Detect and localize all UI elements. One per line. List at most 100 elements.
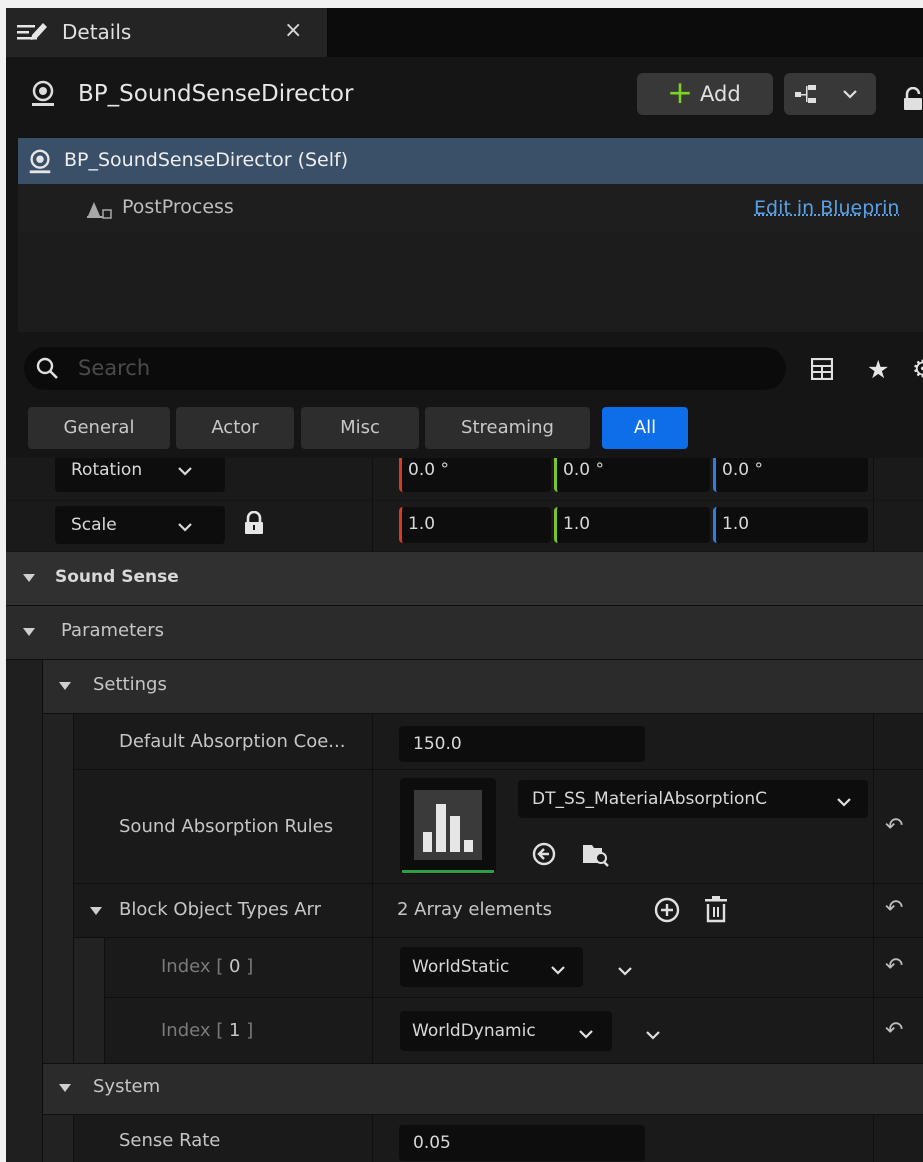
- array-item-0: Index [ 0 ] WorldStatic ↶: [105, 938, 923, 997]
- scale-z-field[interactable]: 1.0: [713, 507, 868, 543]
- prop-block-object-types[interactable]: Block Object Types Arr 2 Array elements …: [74, 884, 923, 937]
- indent-gutter: [43, 714, 73, 1067]
- prop-label: Sound Absorption Rules: [119, 816, 334, 837]
- tree-self-label: BP_SoundSenseDirector (Self): [64, 149, 349, 171]
- prop-label: Default Absorption Coe...: [119, 731, 346, 752]
- scale-x-value: 1.0: [408, 514, 436, 534]
- tree-component-label: PostProcess: [122, 196, 234, 218]
- rotation-y-field[interactable]: 0.0 °: [554, 458, 710, 492]
- filter-tab-all[interactable]: All: [602, 407, 688, 449]
- group-parameters[interactable]: Parameters: [6, 606, 923, 659]
- component-tree: BP_SoundSenseDirector (Self) PostProcess…: [18, 138, 923, 332]
- chevron-down-icon: [177, 518, 193, 538]
- indent-gutter: [6, 660, 42, 1162]
- chevron-down-icon: [836, 793, 852, 813]
- favorites-star-icon[interactable]: ★: [867, 355, 889, 384]
- plus-icon: +: [667, 75, 693, 111]
- group-settings[interactable]: Settings: [43, 660, 923, 713]
- settings-gear-icon[interactable]: ⚙: [912, 355, 923, 383]
- tree-item-self[interactable]: BP_SoundSenseDirector (Self): [18, 138, 923, 184]
- filter-tab-actor[interactable]: Actor: [176, 407, 294, 449]
- rotation-row: Rotation 0.0 ° 0.0 ° 0.0 °: [6, 458, 923, 500]
- trash-icon[interactable]: [704, 895, 728, 927]
- tab-details[interactable]: Details ×: [6, 8, 327, 57]
- array-summary: 2 Array elements: [397, 899, 552, 920]
- lock-icon[interactable]: [902, 86, 923, 115]
- search-placeholder: Search: [78, 356, 151, 380]
- rotation-x-field[interactable]: 0.0 °: [399, 458, 551, 492]
- object-type-dropdown[interactable]: WorldStatic: [400, 947, 583, 987]
- actor-name: BP_SoundSenseDirector: [78, 81, 354, 107]
- rotation-z-field[interactable]: 0.0 °: [713, 458, 868, 492]
- tree-item-postprocess[interactable]: PostProcess Edit in Blueprin: [18, 184, 923, 232]
- rotation-x-value: 0.0 °: [408, 460, 449, 480]
- scale-y-field[interactable]: 1.0: [554, 507, 710, 543]
- input-value: 0.05: [413, 1133, 451, 1153]
- browse-folder-icon[interactable]: [582, 841, 610, 871]
- reset-to-default-icon[interactable]: ↶: [885, 814, 903, 839]
- caret-down-icon: [59, 1084, 71, 1092]
- asset-picker-dropdown[interactable]: DT_SS_MaterialAbsorptionC: [518, 780, 868, 818]
- reset-to-default-icon[interactable]: ↶: [885, 1018, 903, 1043]
- reset-to-default-icon[interactable]: ↶: [885, 896, 903, 921]
- prop-default-absorption: Default Absorption Coe... 150.0: [74, 714, 923, 769]
- chevron-down-icon: [578, 1025, 594, 1045]
- rotation-y-value: 0.0 °: [563, 460, 604, 480]
- filter-tab-streaming[interactable]: Streaming: [425, 407, 590, 449]
- array-item-1: Index [ 1 ] WorldDynamic ↶: [105, 998, 923, 1063]
- caret-down-icon: [23, 628, 35, 636]
- caret-down-icon: [59, 682, 71, 690]
- search-icon: [36, 357, 60, 385]
- array-index-label: Index [ 1 ]: [161, 1020, 254, 1041]
- dropdown-value: WorldStatic: [412, 957, 510, 977]
- search-bar[interactable]: Search: [24, 347, 786, 390]
- scale-mode-dropdown[interactable]: Scale: [55, 506, 225, 544]
- default-absorption-input[interactable]: 150.0: [399, 726, 645, 762]
- scale-z-value: 1.0: [722, 514, 750, 534]
- item-options-chevron-icon[interactable]: [617, 962, 633, 981]
- group-system[interactable]: System: [43, 1064, 923, 1114]
- prop-sound-absorption-rules: Sound Absorption Rules DT_SS_MaterialAbs…: [74, 770, 923, 883]
- filter-tab-general[interactable]: General: [28, 407, 170, 449]
- blueprint-options-dropdown[interactable]: [784, 73, 876, 115]
- chevron-down-icon: [842, 85, 858, 104]
- chevron-down-icon: [550, 961, 566, 981]
- object-type-dropdown[interactable]: WorldDynamic: [400, 1011, 612, 1051]
- filter-tab-misc[interactable]: Misc: [301, 407, 419, 449]
- indent-gutter: [43, 1115, 73, 1162]
- add-label: Add: [700, 82, 741, 106]
- caret-down-icon: [23, 574, 35, 582]
- tab-title: Details: [62, 20, 132, 44]
- data-table-icon: [414, 790, 482, 864]
- add-component-button[interactable]: + Add: [637, 73, 773, 115]
- lock-icon[interactable]: [244, 510, 264, 539]
- dropdown-value: WorldDynamic: [412, 1021, 536, 1041]
- actor-icon: [28, 79, 58, 113]
- item-options-chevron-icon[interactable]: [645, 1026, 661, 1045]
- scale-x-field[interactable]: 1.0: [399, 507, 551, 543]
- scale-y-value: 1.0: [563, 514, 591, 534]
- chevron-down-icon: [177, 462, 193, 482]
- actor-header: BP_SoundSenseDirector + Add: [6, 57, 923, 137]
- prop-label: Sense Rate: [119, 1130, 221, 1151]
- rotation-mode-dropdown[interactable]: Rotation: [55, 458, 225, 492]
- reset-to-default-icon[interactable]: ↶: [885, 954, 903, 979]
- group-label: Parameters: [61, 620, 165, 641]
- grid-view-icon[interactable]: [810, 357, 834, 384]
- details-panel: Details × BP_SoundSenseDirector + Add BP…: [6, 8, 923, 1162]
- caret-down-icon: [90, 907, 102, 915]
- rotation-label: Rotation: [71, 460, 143, 480]
- category-label: Sound Sense: [55, 567, 179, 587]
- scale-label: Scale: [71, 515, 117, 535]
- group-label: System: [93, 1076, 161, 1097]
- hierarchy-icon: [794, 84, 822, 108]
- sense-rate-input[interactable]: 0.05: [399, 1125, 645, 1161]
- edit-in-blueprint-link[interactable]: Edit in Blueprin: [754, 197, 899, 219]
- array-index-label: Index [ 0 ]: [161, 956, 254, 977]
- category-sound-sense[interactable]: Sound Sense: [6, 552, 923, 605]
- actor-icon: [26, 148, 54, 180]
- add-element-icon[interactable]: [654, 897, 680, 927]
- use-selected-arrow-icon[interactable]: [532, 842, 556, 870]
- asset-thumbnail[interactable]: [400, 778, 496, 874]
- close-icon[interactable]: ×: [284, 18, 302, 43]
